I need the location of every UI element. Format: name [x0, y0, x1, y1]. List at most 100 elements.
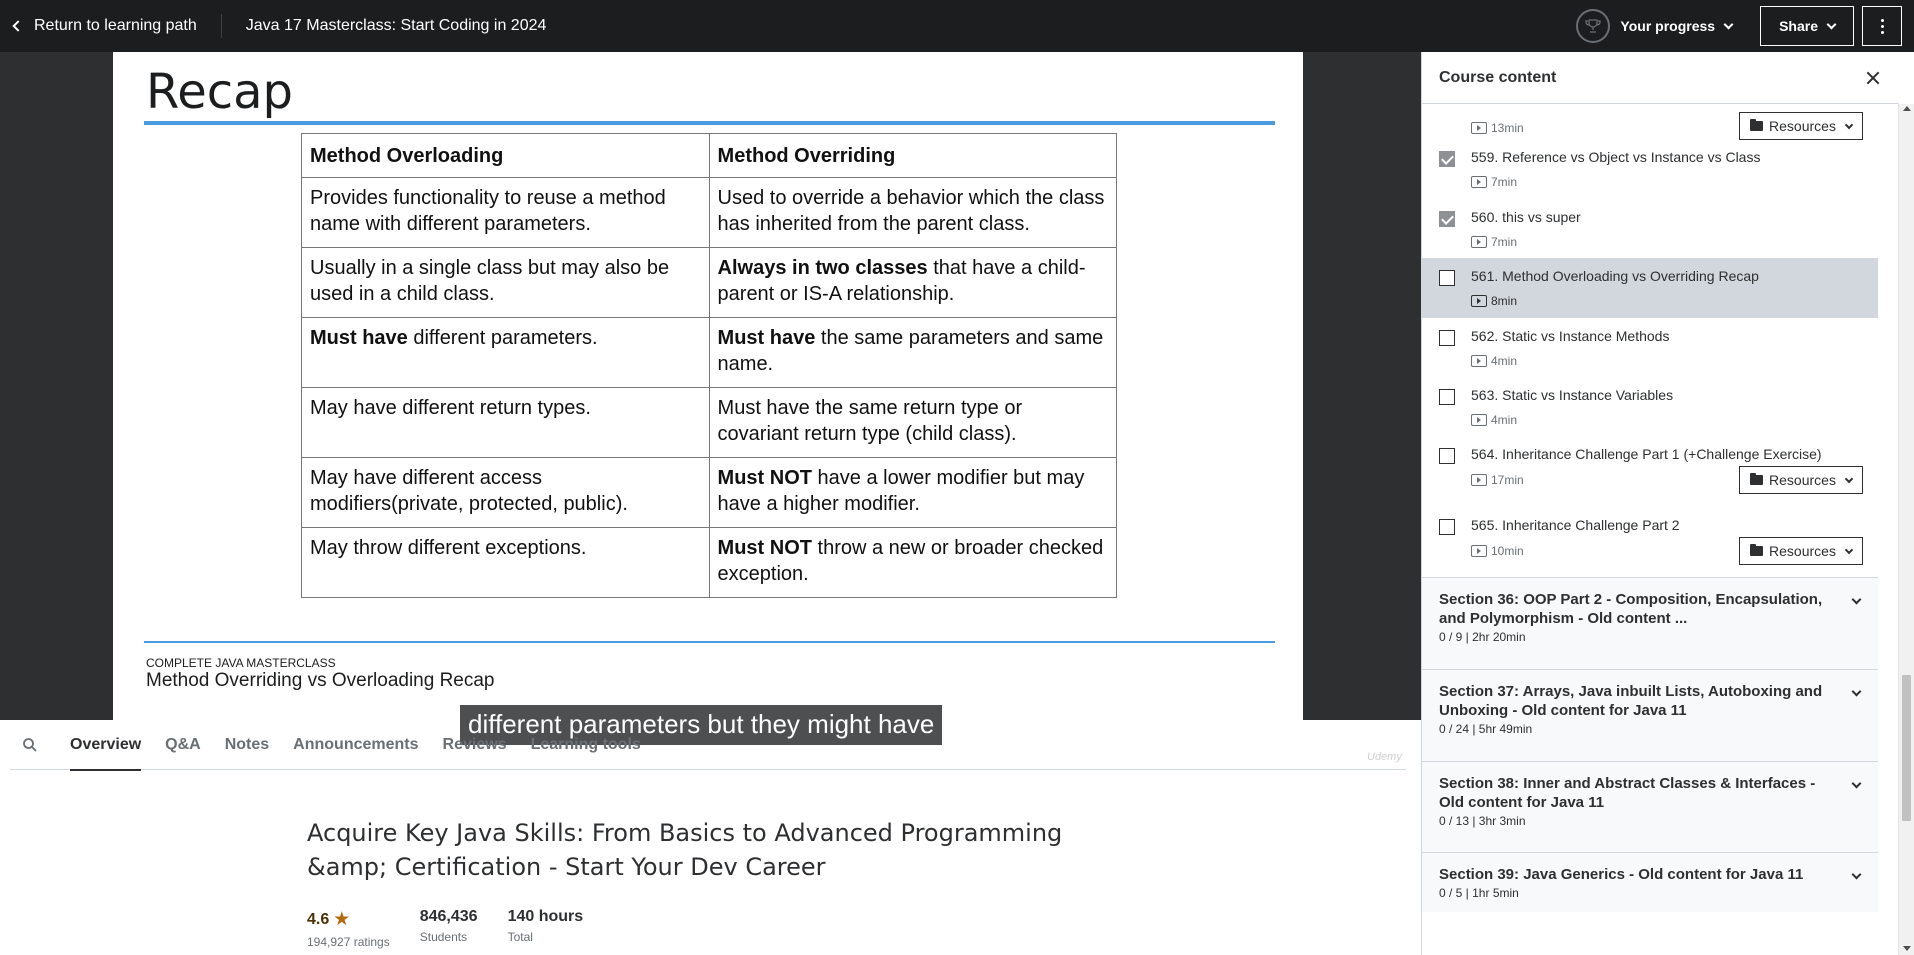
more-options-button[interactable]	[1862, 6, 1902, 46]
curriculum-list: 13min Resources 559. Reference vs Object…	[1422, 105, 1878, 955]
table-cell: Provides functionality to reuse a method…	[301, 177, 710, 248]
chevron-down-icon	[1844, 545, 1854, 554]
table-row: May throw different exceptions. Must NOT …	[301, 527, 1118, 598]
course-tabs: Overview Q&A Notes Announcements Reviews…	[10, 720, 1406, 771]
table-row: May have different return types. Must hav…	[301, 387, 1118, 458]
chevron-down-icon	[1844, 120, 1854, 129]
course-stats: 4.6 ★ 194,927 ratings 846,436 Students 14…	[307, 908, 583, 949]
share-button[interactable]: Share	[1760, 6, 1854, 46]
scroll-up-arrow-icon[interactable]	[1903, 106, 1911, 111]
resources-label: Resources	[1769, 543, 1836, 559]
tab-overview[interactable]: Overview	[60, 720, 151, 771]
lecture-duration: 4min	[1491, 354, 1518, 368]
rating-stat: 4.6 ★ 194,927 ratings	[307, 908, 390, 949]
table-header: Method Overloading	[301, 133, 710, 178]
lecture-meta: 13min	[1471, 121, 1524, 135]
trophy-icon	[1576, 9, 1611, 43]
cell-text: May have different access modifiers(priv…	[310, 467, 628, 515]
kebab-dot	[1880, 18, 1884, 22]
section-header[interactable]: Section 36: OOP Part 2 - Composition, En…	[1422, 577, 1878, 669]
return-to-learning-path-link[interactable]: Return to learning path	[0, 0, 221, 52]
table-row: Must have different parameters. Must have…	[301, 317, 1118, 388]
table-row: Provides functionality to reuse a method…	[301, 177, 1118, 248]
tab-reviews[interactable]: Reviews	[433, 720, 517, 770]
table-header: Method Overriding	[708, 133, 1118, 178]
cell-text: May have different return types.	[310, 397, 591, 419]
search-tab-button[interactable]	[10, 720, 50, 770]
lecture-checkbox[interactable]	[1439, 211, 1455, 227]
resources-label: Resources	[1769, 472, 1836, 488]
tab-announcements[interactable]: Announcements	[283, 720, 428, 770]
students-stat: 846,436 Students	[420, 908, 478, 949]
slide-title: Recap	[146, 64, 293, 120]
lecture-item[interactable]: 560. this vs super 7min	[1422, 199, 1878, 258]
table-cell: Used to override a behavior which the cl…	[708, 177, 1118, 248]
your-progress-button[interactable]: Your progress	[1576, 9, 1734, 43]
course-title[interactable]: Java 17 Masterclass: Start Coding in 202…	[246, 17, 547, 35]
lecture-slide: Recap Method Overloading Method Overridi…	[113, 52, 1402, 763]
table-cell: Always in two classes that have a child-…	[708, 247, 1118, 318]
kebab-dot	[1880, 30, 1884, 34]
cell-text: Must have the same return type or covari…	[717, 397, 1023, 445]
lecture-item[interactable]: 564. Inheritance Challenge Part 1 (+Chal…	[1422, 436, 1878, 507]
chevron-down-icon	[1851, 869, 1862, 880]
divider	[220, 14, 222, 38]
lecture-meta: 7min	[1471, 235, 1517, 249]
lecture-checkbox[interactable]	[1439, 448, 1455, 464]
hours-stat: 140 hours Total	[508, 908, 584, 949]
chevron-down-icon	[1851, 778, 1862, 789]
lecture-meta: 7min	[1471, 175, 1517, 189]
comparison-table: Method Overloading Method Overriding Pro…	[301, 133, 1118, 598]
video-icon	[1471, 236, 1487, 248]
table-cell: May have different return types.	[301, 387, 710, 458]
lecture-meta: 4min	[1471, 413, 1517, 427]
section-meta: 0 / 13 | 3hr 3min	[1439, 814, 1526, 828]
section-meta: 0 / 5 | 1hr 5min	[1439, 886, 1519, 900]
share-label: Share	[1779, 18, 1818, 34]
cell-text: May throw different exceptions.	[310, 537, 587, 559]
sidebar-title: Course content	[1439, 68, 1557, 86]
resources-button[interactable]: Resources	[1739, 537, 1863, 565]
hours-value: 140 hours	[507, 908, 584, 925]
lecture-duration: 10min	[1491, 544, 1524, 558]
video-icon	[1471, 545, 1487, 557]
scrollbar-thumb[interactable]	[1902, 675, 1911, 821]
scroll-down-arrow-icon[interactable]	[1903, 946, 1911, 951]
lecture-duration: 17min	[1491, 473, 1524, 487]
close-icon[interactable]	[1863, 68, 1883, 88]
lecture-checkbox[interactable]	[1439, 519, 1455, 535]
cell-emphasis: Must NOT	[717, 467, 812, 489]
sidebar-header: Course content	[1422, 52, 1899, 104]
lecture-checkbox[interactable]	[1439, 270, 1455, 286]
hours-label: Total	[507, 930, 533, 944]
section-header[interactable]: Section 37: Arrays, Java inbuilt Lists, …	[1422, 669, 1878, 761]
lecture-item[interactable]: 565. Inheritance Challenge Part 2 10min Re…	[1422, 507, 1878, 577]
cell-emphasis: Must have	[310, 327, 408, 349]
resources-button[interactable]: Resources	[1739, 466, 1863, 494]
sidebar-scrollbar[interactable]	[1898, 104, 1914, 955]
section-title: Section 36: OOP Part 2 - Composition, En…	[1439, 591, 1823, 627]
lecture-item[interactable]: 563. Static vs Instance Variables 4min	[1422, 377, 1878, 436]
section-header[interactable]: Section 38: Inner and Abstract Classes &…	[1422, 761, 1878, 852]
lecture-title: 561. Method Overloading vs Overriding Re…	[1471, 268, 1759, 284]
lecture-checkbox[interactable]	[1439, 330, 1455, 346]
lecture-checkbox[interactable]	[1439, 151, 1455, 167]
tab-notes[interactable]: Notes	[215, 720, 279, 770]
video-player[interactable]: Recap Method Overloading Method Overridi…	[0, 52, 1421, 763]
students-value: 846,436	[419, 908, 478, 925]
kebab-dot	[1880, 24, 1884, 28]
video-icon	[1471, 295, 1487, 307]
chevron-down-icon	[1851, 594, 1862, 605]
section-header[interactable]: Section 39: Java Generics - Old content …	[1422, 852, 1878, 912]
folder-icon	[1750, 119, 1764, 131]
lecture-item[interactable]: 562. Static vs Instance Methods 4min	[1422, 318, 1878, 377]
lecture-checkbox[interactable]	[1439, 389, 1455, 405]
tab-learning-tools[interactable]: Learning tools	[521, 720, 651, 770]
resources-button[interactable]: Resources	[1739, 112, 1863, 140]
slide-course-name: COMPLETE JAVA MASTERCLASS	[146, 656, 336, 670]
lecture-item[interactable]: 559. Reference vs Object vs Instance vs …	[1422, 139, 1878, 199]
your-progress-label: Your progress	[1620, 18, 1716, 34]
lecture-item[interactable]: 561. Method Overloading vs Overriding Re…	[1422, 258, 1878, 318]
tab-qa[interactable]: Q&A	[155, 720, 211, 770]
lecture-meta: 17min	[1471, 473, 1524, 487]
